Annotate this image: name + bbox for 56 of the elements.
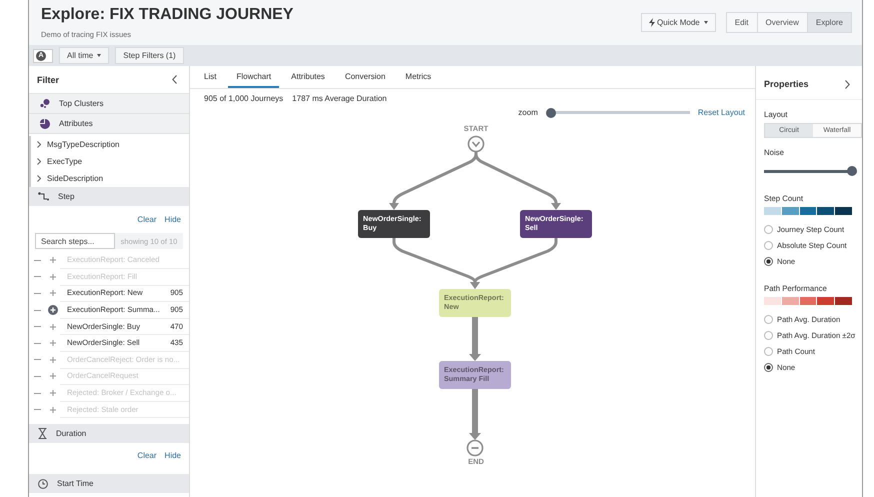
plus-icon[interactable]: [48, 255, 58, 266]
plus-circle-icon[interactable]: [48, 305, 58, 316]
reset-layout-link[interactable]: Reset Layout: [698, 108, 745, 117]
quick-mode-button[interactable]: Quick Mode: [641, 13, 716, 32]
plus-icon[interactable]: [48, 354, 58, 365]
connector-arrow: [469, 389, 481, 440]
sidebar-section[interactable]: Top Clusters: [29, 94, 189, 114]
clusters-icon: [40, 99, 50, 108]
view-tab[interactable]: List: [196, 66, 224, 88]
zoom-slider[interactable]: [546, 108, 690, 118]
attribute-item[interactable]: SideDescription: [31, 170, 189, 187]
plus-icon[interactable]: [48, 272, 58, 282]
step-icon: [38, 192, 49, 201]
connector-arrow: [469, 317, 481, 361]
hide-link[interactable]: Hide: [164, 451, 181, 460]
zoom-label: zoom: [518, 108, 538, 117]
collapse-icon[interactable]: [172, 75, 177, 84]
plus-icon[interactable]: [48, 371, 58, 382]
view-tab[interactable]: Flowchart: [228, 66, 280, 88]
plus-icon[interactable]: [48, 288, 58, 298]
hide-link[interactable]: Hide: [164, 214, 181, 224]
chevron-right-icon: [37, 141, 41, 148]
start-icon: [468, 136, 484, 152]
view-tab[interactable]: Attributes: [283, 66, 333, 88]
chevron-right-icon[interactable]: [845, 80, 850, 88]
journey-count: 905 of 1,000 Journeys: [204, 94, 284, 103]
plus-icon[interactable]: [48, 322, 58, 332]
chevron-right-icon: [37, 158, 41, 165]
pie-chart-icon: [40, 118, 50, 128]
lightning-icon: [649, 18, 656, 27]
hourglass-icon: [38, 428, 47, 439]
plus-icon[interactable]: [48, 388, 58, 398]
plus-icon[interactable]: [48, 338, 58, 348]
duration-section-header[interactable]: Duration: [29, 424, 189, 443]
noise-slider[interactable]: [764, 166, 857, 176]
average-duration: 1787 ms Average Duration: [292, 94, 387, 103]
clear-link[interactable]: Clear: [137, 214, 157, 224]
view-tab[interactable]: Conversion: [336, 66, 394, 88]
step-section-header[interactable]: Step: [29, 187, 189, 206]
chevron-right-icon: [37, 175, 41, 182]
search-field[interactable]: Search steps...: [35, 233, 115, 249]
view-tab[interactable]: Metrics: [397, 66, 440, 88]
plus-icon[interactable]: [48, 404, 58, 415]
properties-title: Properties: [764, 79, 809, 89]
sidebar-section[interactable]: Attributes: [29, 114, 189, 134]
page-title: Explore: FIX TRADING JOURNEY: [41, 6, 294, 24]
time-range-dropdown[interactable]: All time: [59, 47, 110, 64]
filter-title: Filter: [37, 74, 60, 84]
end-icon: [466, 440, 484, 456]
attribute-item[interactable]: ExecType: [31, 153, 189, 170]
mode-tab[interactable]: Explore: [806, 13, 851, 32]
clear-link[interactable]: Clear: [137, 451, 157, 460]
clock-icon: [38, 478, 48, 488]
attribute-item[interactable]: MsgTypeDescription: [31, 136, 189, 153]
step-filters-button[interactable]: Step Filters (1): [115, 47, 184, 64]
start-time-section-header[interactable]: Start Time: [29, 474, 189, 493]
